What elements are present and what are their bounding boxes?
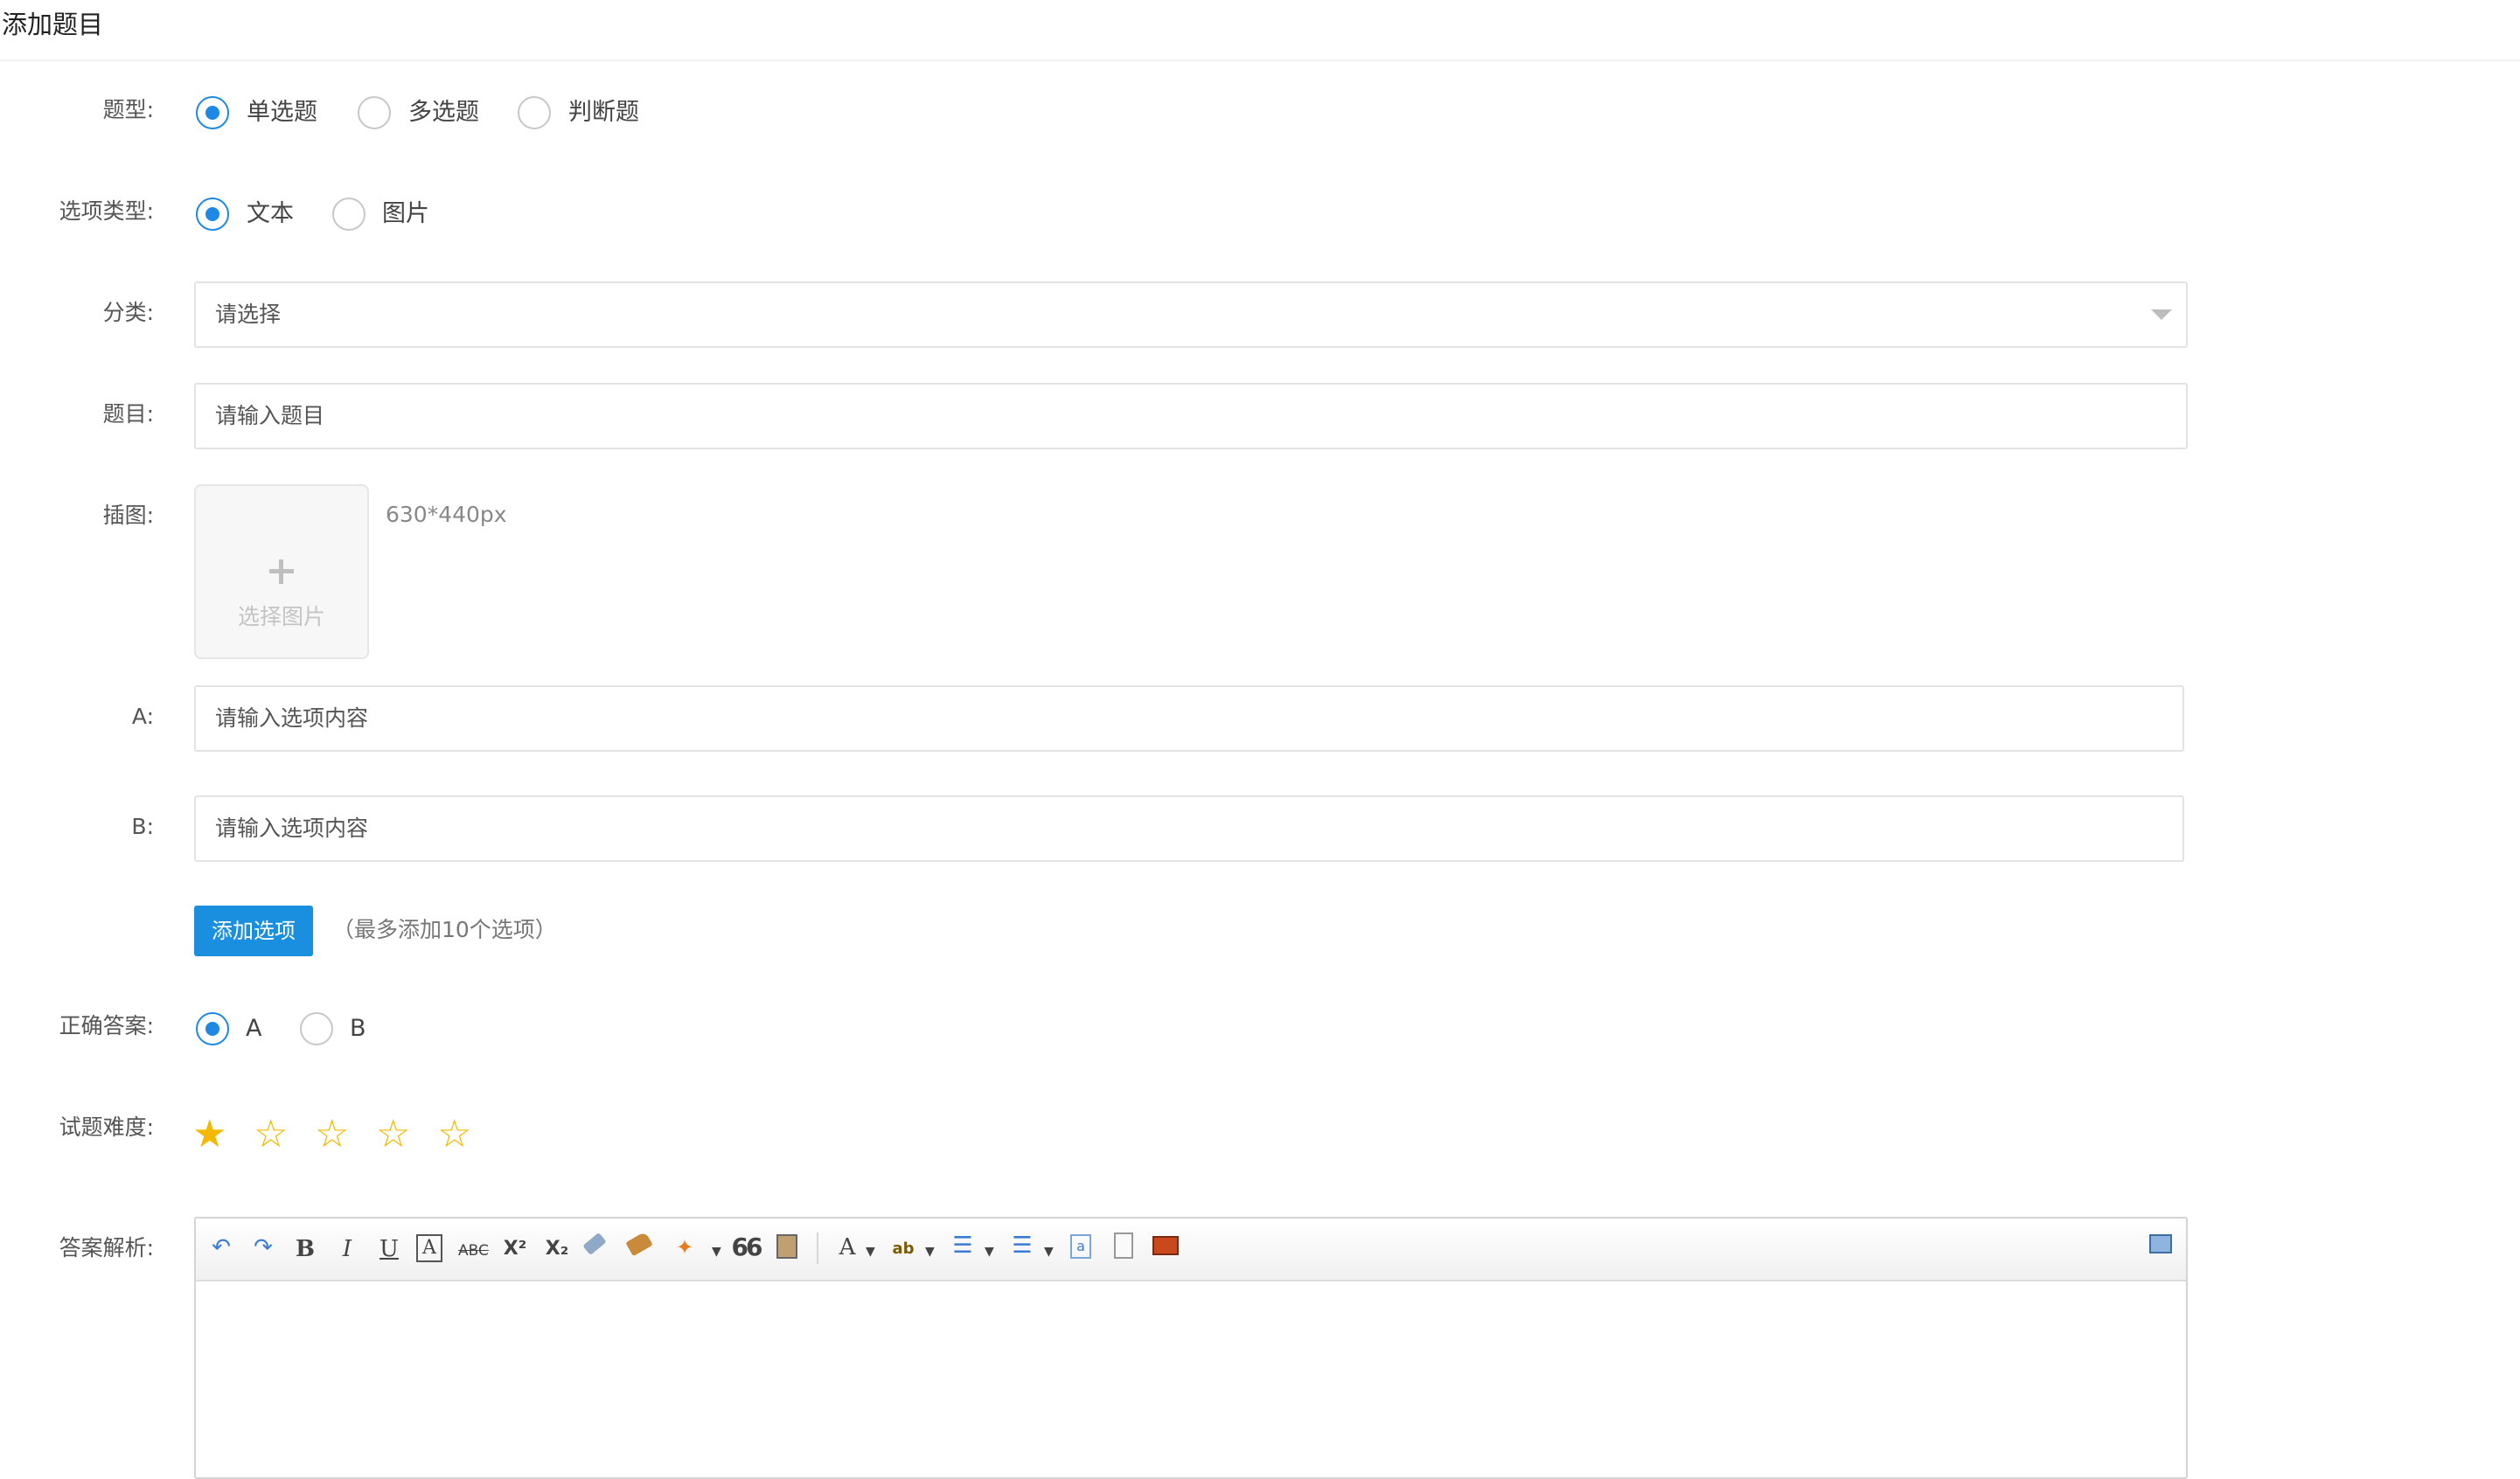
superscript-icon[interactable]: X² bbox=[500, 1236, 530, 1262]
option-a-label: A: bbox=[131, 704, 154, 729]
bold-icon[interactable]: B bbox=[290, 1236, 320, 1262]
radio-answer-b[interactable] bbox=[300, 1012, 333, 1045]
option-a-input[interactable]: 请输入选项内容 bbox=[194, 685, 2184, 752]
background-color-icon[interactable]: ab bbox=[888, 1236, 918, 1262]
option-type-label: 选项类型: bbox=[59, 198, 154, 224]
star-empty-icon[interactable]: ☆ bbox=[437, 1115, 471, 1154]
image-upload-text: 选择图片 bbox=[237, 604, 325, 629]
radio-single-choice-label[interactable]: 单选题 bbox=[247, 98, 317, 128]
strikethrough-icon[interactable]: ABC bbox=[458, 1238, 489, 1264]
question-type-label: 题型: bbox=[102, 97, 154, 122]
radio-multiple-choice-label[interactable]: 多选题 bbox=[408, 98, 479, 128]
category-select[interactable]: 请选择 bbox=[194, 281, 2188, 348]
radio-image-label[interactable]: 图片 bbox=[382, 199, 429, 229]
image-size-hint: 630*440px bbox=[386, 502, 507, 527]
image-upload-button[interactable]: 选择图片 bbox=[194, 484, 369, 659]
radio-multiple-choice[interactable] bbox=[358, 96, 391, 129]
title-divider bbox=[0, 59, 2520, 61]
chevron-down-icon[interactable]: ▼ bbox=[712, 1245, 721, 1259]
chevron-down-icon[interactable]: ▼ bbox=[925, 1245, 935, 1259]
question-input[interactable]: 请输入题目 bbox=[194, 383, 2188, 449]
blockquote-icon[interactable]: 66 bbox=[731, 1234, 763, 1260]
radio-single-choice[interactable] bbox=[196, 96, 229, 129]
radio-true-false-label[interactable]: 判断题 bbox=[568, 98, 639, 128]
star-empty-icon[interactable]: ☆ bbox=[254, 1115, 288, 1154]
clear-doc-icon[interactable] bbox=[1114, 1232, 1133, 1259]
option-b-label: B: bbox=[131, 814, 154, 839]
undo-icon[interactable]: ↶ bbox=[206, 1234, 236, 1260]
radio-answer-a[interactable] bbox=[196, 1012, 229, 1045]
star-empty-icon[interactable]: ☆ bbox=[376, 1115, 410, 1154]
unordered-list-icon[interactable]: ☰ bbox=[1007, 1232, 1037, 1259]
underline-icon[interactable]: U bbox=[374, 1236, 404, 1262]
editor-toolbar: ↶ ↷ B I U A ABC X² X₂ ✦ ▼ 66 A ▼ ab ▼ ☰ … bbox=[196, 1219, 2186, 1281]
category-label: 分类: bbox=[102, 300, 154, 325]
radio-text-label[interactable]: 文本 bbox=[247, 199, 294, 229]
chevron-down-icon[interactable]: ▼ bbox=[985, 1245, 994, 1259]
star-empty-icon[interactable]: ☆ bbox=[315, 1115, 349, 1154]
redo-icon[interactable]: ↷ bbox=[248, 1234, 278, 1260]
add-option-button[interactable]: 添加选项 bbox=[194, 906, 313, 956]
select-all-icon[interactable]: a bbox=[1070, 1234, 1091, 1259]
radio-answer-a-label[interactable]: A bbox=[246, 1014, 261, 1044]
page-title: 添加题目 bbox=[2, 10, 104, 39]
option-b-placeholder: 请输入选项内容 bbox=[215, 816, 369, 841]
paste-plain-icon[interactable] bbox=[776, 1234, 797, 1259]
format-brush-icon[interactable] bbox=[625, 1231, 653, 1257]
plus-icon bbox=[269, 559, 294, 584]
chevron-down-icon[interactable]: ▼ bbox=[1044, 1245, 1054, 1259]
option-b-input[interactable]: 请输入选项内容 bbox=[194, 795, 2184, 862]
radio-text[interactable] bbox=[196, 198, 229, 231]
eraser-icon[interactable] bbox=[582, 1232, 607, 1256]
radio-image[interactable] bbox=[332, 198, 365, 231]
category-select-value: 请选择 bbox=[215, 302, 282, 327]
editor-content-area[interactable] bbox=[196, 1280, 2186, 1477]
correct-answer-label: 正确答案: bbox=[59, 1013, 154, 1038]
italic-icon[interactable]: I bbox=[332, 1236, 362, 1262]
option-a-placeholder: 请输入选项内容 bbox=[215, 705, 369, 731]
insert-image-icon[interactable] bbox=[1152, 1236, 1179, 1255]
question-input-placeholder: 请输入题目 bbox=[215, 403, 325, 428]
radio-true-false[interactable] bbox=[518, 96, 551, 129]
subscript-icon[interactable]: X₂ bbox=[542, 1236, 572, 1262]
font-border-icon[interactable]: A bbox=[416, 1234, 442, 1262]
ordered-list-icon[interactable]: ☰ bbox=[948, 1232, 978, 1259]
analysis-label: 答案解析: bbox=[59, 1235, 154, 1260]
illustration-label: 插图: bbox=[102, 503, 154, 528]
font-color-icon[interactable]: A bbox=[832, 1234, 862, 1260]
preview-icon[interactable] bbox=[2149, 1234, 2172, 1253]
star-filled-icon[interactable]: ★ bbox=[192, 1115, 226, 1154]
radio-answer-b-label[interactable]: B bbox=[350, 1014, 366, 1044]
difficulty-label: 试题难度: bbox=[59, 1114, 154, 1140]
question-label: 题目: bbox=[102, 401, 154, 427]
chevron-down-icon bbox=[2151, 309, 2172, 320]
rich-text-editor[interactable]: ↶ ↷ B I U A ABC X² X₂ ✦ ▼ 66 A ▼ ab ▼ ☰ … bbox=[194, 1217, 2188, 1479]
auto-format-icon[interactable]: ✦ bbox=[670, 1234, 700, 1260]
chevron-down-icon[interactable]: ▼ bbox=[866, 1245, 875, 1259]
add-option-hint: （最多添加10个选项） bbox=[332, 917, 557, 942]
